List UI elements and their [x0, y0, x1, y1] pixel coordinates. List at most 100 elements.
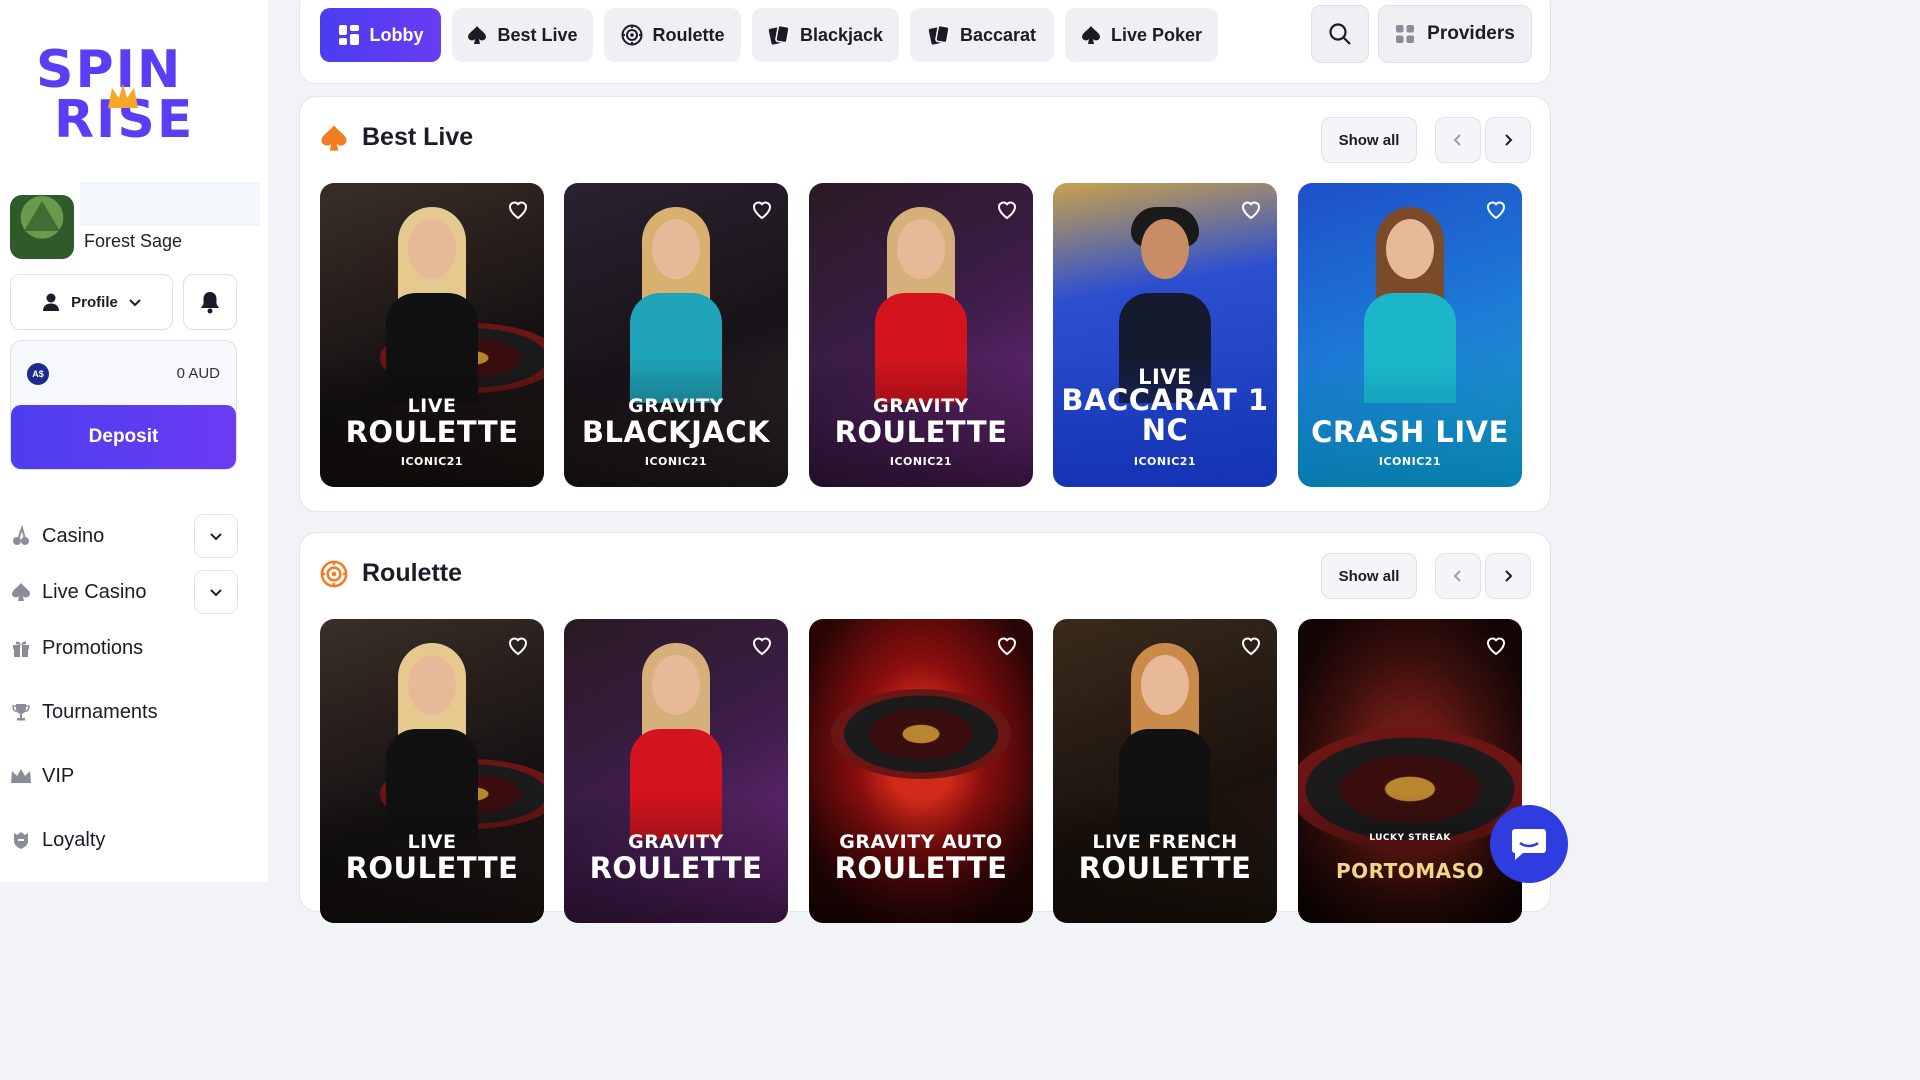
cards-icon — [768, 24, 790, 45]
gift-icon — [10, 637, 32, 659]
crown-icon — [10, 765, 32, 787]
heart-icon[interactable] — [1484, 633, 1508, 657]
user-icon — [43, 293, 60, 311]
heart-icon[interactable] — [1484, 197, 1508, 221]
heart-icon[interactable] — [506, 633, 530, 657]
game-provider: ICONIC21 — [1378, 455, 1442, 468]
game-title-line1: LIVE — [407, 395, 457, 417]
sidebar-item-live-casino[interactable]: Live Casino — [10, 564, 238, 620]
sidebar-item-label: Promotions — [42, 636, 144, 659]
search-icon — [1329, 23, 1351, 45]
grid-icon — [1396, 25, 1415, 43]
deposit-button[interactable]: Deposit — [11, 405, 236, 469]
heart-icon[interactable] — [995, 197, 1019, 221]
chevron-left-icon — [1453, 134, 1461, 146]
game-card-live-french-roulette[interactable]: LIVE FRENCH ROULETTE — [1053, 619, 1277, 923]
heart-icon[interactable] — [506, 197, 530, 221]
sidebar-item-promotions[interactable]: Promotions — [10, 620, 238, 676]
tab-label: Roulette — [652, 24, 725, 45]
show-all-button[interactable]: Show all — [1321, 553, 1417, 599]
game-title: ROULETTE — [589, 851, 763, 885]
game-card-gravity-blackjack[interactable]: GRAVITY BLACKJACK ICONIC21 — [564, 183, 788, 487]
carousel-prev-button[interactable] — [1435, 117, 1481, 163]
tab-label: Best Live — [497, 24, 578, 45]
heart-icon[interactable] — [750, 197, 774, 221]
game-carousel: LIVE ROULETTE ICONIC21 GRAVITY BLACKJACK… — [320, 183, 1522, 487]
sidebar-item-label: Casino — [42, 524, 105, 547]
spade-icon — [1081, 26, 1100, 44]
heart-icon[interactable] — [1239, 197, 1263, 221]
notifications-button[interactable] — [183, 274, 237, 330]
user-info: Forest Sage — [10, 182, 260, 259]
game-provider: ICONIC21 — [644, 455, 708, 468]
heart-icon[interactable] — [995, 633, 1019, 657]
game-title: ROULETTE — [834, 415, 1008, 449]
heart-icon[interactable] — [1239, 633, 1263, 657]
tab-label: Blackjack — [799, 24, 884, 45]
roulette-icon — [320, 560, 348, 587]
game-card-live-roulette[interactable]: LIVE ROULETTE ICONIC21 — [320, 183, 544, 487]
spade-icon — [10, 581, 32, 603]
search-button[interactable] — [1311, 5, 1369, 63]
game-card-live-roulette[interactable]: LIVE ROULETTE — [320, 619, 544, 923]
profile-label: Profile — [71, 293, 118, 311]
tab-baccarat[interactable]: Baccarat — [910, 8, 1054, 62]
shield-icon — [10, 829, 32, 851]
section-title: Best Live — [362, 123, 474, 151]
sidebar-item-label: Live Casino — [42, 580, 147, 603]
sidebar-item-vip[interactable]: VIP — [10, 748, 238, 804]
chevron-down-icon — [210, 533, 222, 541]
tab-blackjack[interactable]: Blackjack — [752, 8, 899, 62]
game-card-crash-live[interactable]: CRASH LIVE ICONIC21 — [1298, 183, 1522, 487]
game-card-gravity-auto-roulette[interactable]: GRAVITY AUTO ROULETTE — [809, 619, 1033, 923]
sidebar-item-label: Tournaments — [42, 700, 158, 723]
expand-casino-button[interactable] — [194, 514, 238, 558]
game-title-line1: GRAVITY — [628, 831, 724, 853]
tab-lobby[interactable]: Lobby — [320, 8, 441, 62]
game-title-line1: GRAVITY — [628, 395, 724, 417]
cherries-icon — [10, 525, 32, 547]
tab-best-live[interactable]: Best Live — [452, 8, 593, 62]
game-card-live-baccarat[interactable]: LIVE BACCARAT 1 NC ICONIC21 — [1053, 183, 1277, 487]
tab-label: Baccarat — [959, 24, 1037, 45]
spade-icon — [468, 26, 487, 44]
bell-icon — [201, 292, 219, 314]
heart-icon[interactable] — [750, 633, 774, 657]
game-title-line1: LIVE FRENCH — [1092, 831, 1238, 853]
carousel-next-button[interactable] — [1485, 553, 1531, 599]
wallet-panel: A$ 0 AUD Deposit — [10, 340, 237, 470]
profile-button[interactable]: Profile — [10, 274, 173, 330]
roulette-wheel-art — [831, 689, 1011, 779]
show-all-button[interactable]: Show all — [1321, 117, 1417, 163]
user-name-placeholder — [80, 182, 260, 226]
sidebar-item-loyalty[interactable]: Loyalty — [10, 812, 238, 868]
sidebar-item-casino[interactable]: Casino — [10, 508, 238, 564]
sidebar: SPIN RISE Forest Sage Profile A$ 0 AUD D… — [0, 0, 268, 882]
tab-label: Lobby — [369, 24, 424, 45]
live-chat-button[interactable] — [1490, 805, 1568, 883]
game-card-portomaso[interactable]: LUCKY STREAK PORTOMASO — [1298, 619, 1522, 923]
expand-live-casino-button[interactable] — [194, 570, 238, 614]
avatar[interactable] — [10, 195, 74, 259]
user-name: Forest Sage — [84, 231, 183, 251]
sidebar-item-tournaments[interactable]: Tournaments — [10, 684, 238, 740]
roulette-icon — [621, 24, 642, 46]
currency-badge: A$ — [27, 363, 49, 385]
tab-roulette[interactable]: Roulette — [604, 8, 741, 62]
tab-live-poker[interactable]: Live Poker — [1065, 8, 1218, 62]
game-card-gravity-roulette[interactable]: GRAVITY ROULETTE — [564, 619, 788, 923]
carousel-next-button[interactable] — [1485, 117, 1531, 163]
providers-button[interactable]: Providers — [1378, 5, 1532, 63]
game-title-line1: LUCKY STREAK — [1369, 833, 1451, 843]
game-title: ROULETTE — [1078, 851, 1252, 885]
game-carousel: LIVE ROULETTE GRAVITY ROULETTE GRAVITY A… — [320, 619, 1522, 923]
game-provider: ICONIC21 — [400, 455, 464, 468]
game-card-gravity-roulette[interactable]: GRAVITY ROULETTE ICONIC21 — [809, 183, 1033, 487]
sidebar-item-label: VIP — [42, 764, 75, 787]
cards-icon — [928, 24, 950, 45]
brand-logo[interactable]: SPIN RISE — [36, 44, 216, 150]
section-header: Roulette — [320, 559, 462, 588]
game-title: BLACKJACK — [581, 415, 771, 449]
carousel-prev-button[interactable] — [1435, 553, 1481, 599]
section-roulette: Roulette Show all LIVE ROULETTE GRAVITY … — [299, 532, 1551, 923]
